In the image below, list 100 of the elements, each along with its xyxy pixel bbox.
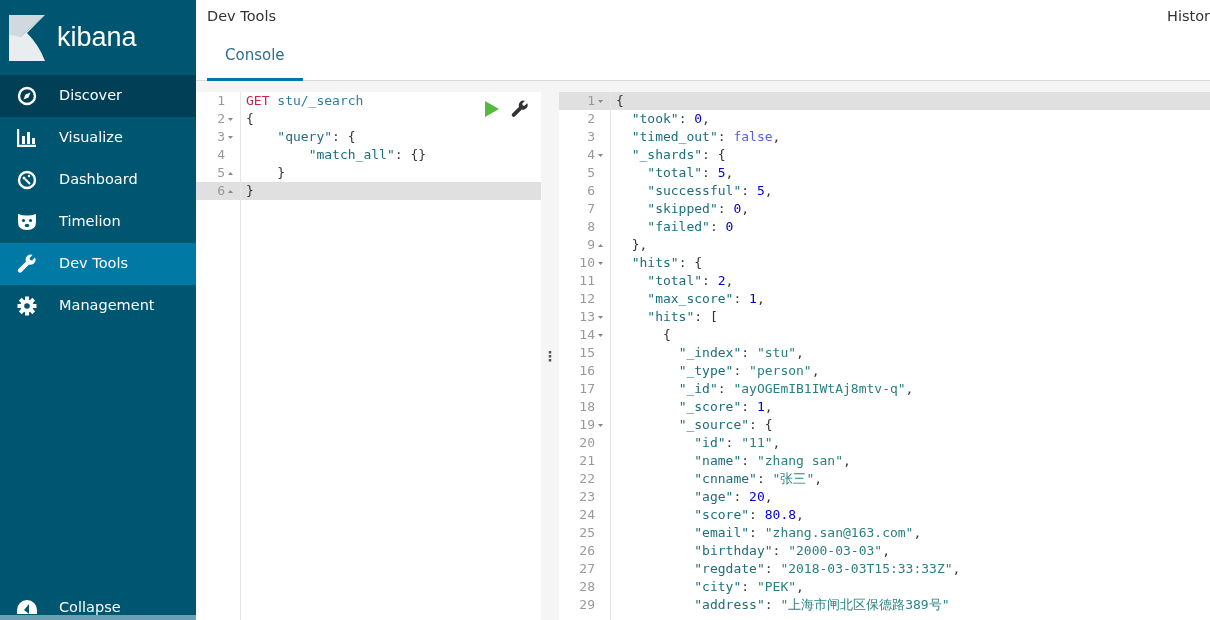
- bar-chart-icon: [17, 129, 37, 147]
- line-number: 5: [587, 164, 595, 182]
- code-line: "_id": "ayOGEmIB1IWtAj8mtv-q",: [677, 380, 914, 398]
- line-number: 23: [579, 488, 595, 506]
- fold-icon[interactable]: [598, 261, 603, 265]
- code-line: "took": 0,: [630, 110, 710, 128]
- code-line: "skipped": 0,: [646, 200, 750, 218]
- code-line: "id": "11",: [693, 434, 781, 452]
- code-line: "_shards": {: [630, 146, 726, 164]
- fold-icon[interactable]: [228, 171, 233, 175]
- line-number: 3: [587, 128, 595, 146]
- line-number: 7: [587, 200, 595, 218]
- line-number: 3: [217, 128, 225, 146]
- line-number: 15: [579, 344, 595, 362]
- line-number: 29: [579, 596, 595, 614]
- code-line: {: [615, 92, 624, 110]
- code-line: "timed_out": false,: [630, 128, 781, 146]
- fold-icon[interactable]: [598, 315, 603, 319]
- line-number: 20: [579, 434, 595, 452]
- code-line: {: [245, 110, 254, 128]
- code-line: "max_score": 1,: [646, 290, 765, 308]
- nav-item[interactable]: Dashboard: [0, 159, 196, 201]
- history-link[interactable]: Histor: [1167, 6, 1210, 32]
- code-line: "query": {: [276, 128, 356, 146]
- line-number: 26: [579, 542, 595, 560]
- line-number: 11: [579, 272, 595, 290]
- fold-icon[interactable]: [598, 243, 603, 247]
- line-number: 6: [217, 182, 225, 200]
- nav-item[interactable]: Timelion: [0, 201, 196, 243]
- line-number: 24: [579, 506, 595, 524]
- collapse-icon: [17, 600, 37, 614]
- line-number: 28: [579, 578, 595, 596]
- wrench-icon: [17, 254, 37, 274]
- logo-text: kibana: [57, 21, 137, 55]
- line-number: 21: [579, 452, 595, 470]
- line-number: 2: [587, 110, 595, 128]
- mask-icon: [17, 213, 37, 231]
- gear-icon: [17, 296, 37, 316]
- fold-icon[interactable]: [598, 153, 603, 157]
- nav-item[interactable]: Visualize: [0, 117, 196, 159]
- logo-icon: [9, 14, 45, 61]
- fold-icon[interactable]: [228, 117, 233, 121]
- code-line: "_source": {: [677, 416, 773, 434]
- code-line: "hits": [: [646, 308, 718, 326]
- line-number: 18: [579, 398, 595, 416]
- line-number: 27: [579, 560, 595, 578]
- dial-icon: [17, 170, 37, 190]
- code-line: GET stu/_search: [245, 92, 364, 110]
- line-number: 8: [587, 218, 595, 236]
- code-line: "birthday": "2000-03-03",: [693, 542, 890, 560]
- page-title: Dev Tools: [207, 7, 276, 26]
- code-line: "_index": "stu",: [677, 344, 804, 362]
- code-line: "hits": {: [630, 254, 703, 272]
- fold-icon[interactable]: [598, 99, 603, 103]
- code-line: "failed": 0: [646, 218, 734, 236]
- resize-handle[interactable]: ⋮: [541, 92, 559, 620]
- fold-icon[interactable]: [598, 423, 603, 427]
- line-number: 4: [587, 146, 595, 164]
- code-line: "match_all": {}: [307, 146, 427, 164]
- line-number: 4: [217, 146, 225, 164]
- line-number: 25: [579, 524, 595, 542]
- code-line: }: [245, 182, 254, 200]
- fold-icon[interactable]: [598, 333, 603, 337]
- code-line: },: [630, 236, 648, 254]
- line-number: 14: [579, 326, 595, 344]
- nav-item[interactable]: Dev Tools: [0, 243, 196, 285]
- code-line: "successful": 5,: [646, 182, 773, 200]
- line-number: 2: [217, 110, 225, 128]
- line-number: 19: [579, 416, 595, 434]
- code-line: "email": "zhang.san@163.com",: [693, 524, 922, 542]
- line-number: 9: [587, 236, 595, 254]
- code-line: {: [661, 326, 671, 344]
- code-line: "total": 2,: [646, 272, 734, 290]
- request-editor[interactable]: 1 2 3 4 5 6 GET stu/_search { "query": { "match_all": {} } }: [196, 92, 541, 620]
- line-number: 1: [217, 92, 225, 110]
- code-line: "regdate": "2018-03-03T15:33:33Z",: [693, 560, 961, 578]
- compass-icon: [17, 86, 37, 106]
- line-number: 13: [579, 308, 595, 326]
- line-number: 16: [579, 362, 595, 380]
- line-number: 1: [587, 92, 595, 110]
- code-line: "address": "上海市闸北区保德路389号": [693, 596, 950, 614]
- code-line: "city": "PEK",: [693, 578, 804, 596]
- code-line: "name": "zhang san",: [693, 452, 851, 470]
- code-line: "cnname": "张三",: [693, 470, 823, 488]
- code-line: "_score": 1,: [677, 398, 773, 416]
- line-number: 5: [217, 164, 225, 182]
- line-number: 22: [579, 470, 595, 488]
- line-number: 10: [579, 254, 595, 272]
- line-number: 17: [579, 380, 595, 398]
- code-line: }: [276, 164, 286, 182]
- fold-icon[interactable]: [228, 189, 233, 193]
- code-line: "age": 20,: [693, 488, 773, 506]
- code-line: "total": 5,: [646, 164, 734, 182]
- nav-item[interactable]: Management: [0, 285, 196, 327]
- fold-icon[interactable]: [228, 135, 233, 139]
- code-line: "_type": "person",: [677, 362, 820, 380]
- line-number: 6: [587, 182, 595, 200]
- nav-item[interactable]: Discover: [0, 75, 196, 117]
- line-number: 12: [579, 290, 595, 308]
- code-line: "score": 80.8,: [693, 506, 804, 524]
